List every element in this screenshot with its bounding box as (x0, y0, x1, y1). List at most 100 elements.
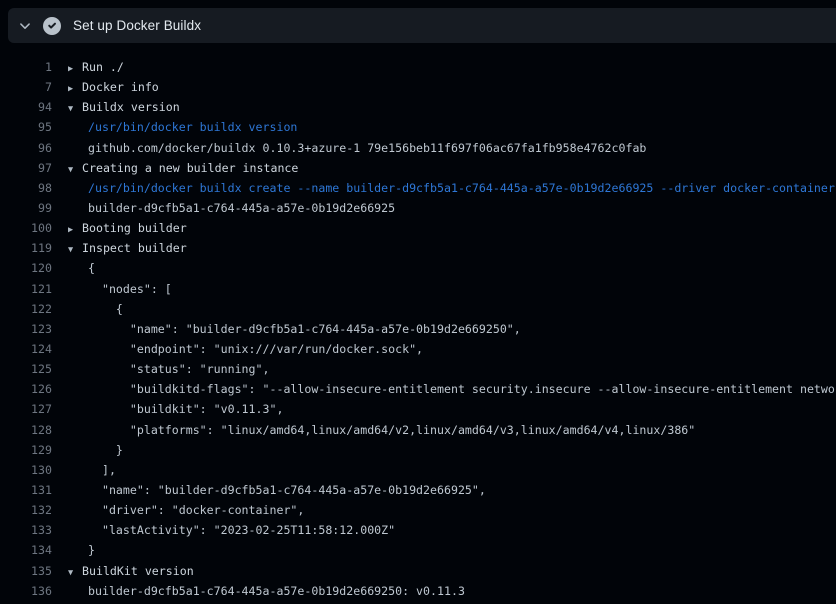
log-line: 126 "buildkitd-flags": "--allow-insecure… (0, 379, 836, 399)
log-line: 130 ], (0, 460, 836, 480)
line-number[interactable]: 129 (0, 440, 52, 460)
group-title: Creating a new builder instance (82, 161, 298, 175)
output-text: "platforms": "linux/amd64,linux/amd64/v2… (88, 420, 695, 440)
log-line: 120 { (0, 258, 836, 278)
output-text: "name": "builder-d9cfb5a1-c764-445a-a57e… (88, 319, 521, 339)
group-title: Booting builder (82, 221, 187, 235)
output-text: "status": "running", (88, 359, 269, 379)
line-number[interactable]: 95 (0, 117, 52, 137)
output-text: } (88, 440, 123, 460)
triangle-down-icon[interactable]: ▼ (68, 160, 82, 178)
log-line: 95/usr/bin/docker buildx version (0, 117, 836, 137)
output-text: { (88, 258, 95, 278)
log-line: 129 } (0, 440, 836, 460)
line-number[interactable]: 126 (0, 379, 52, 399)
log-group-toggle[interactable]: ▶Booting builder (68, 218, 187, 238)
line-number[interactable]: 136 (0, 581, 52, 601)
check-circle-icon (43, 17, 61, 35)
log-line: 125 "status": "running", (0, 359, 836, 379)
line-number[interactable]: 97 (0, 158, 52, 178)
log-line: 98/usr/bin/docker buildx create --name b… (0, 178, 836, 198)
log-group-toggle[interactable]: ▶Docker info (68, 77, 159, 97)
line-number[interactable]: 98 (0, 178, 52, 198)
step-title: Set up Docker Buildx (73, 18, 201, 33)
line-number[interactable]: 94 (0, 97, 52, 117)
output-text: builder-d9cfb5a1-c764-445a-a57e-0b19d2e6… (88, 198, 395, 218)
triangle-down-icon[interactable]: ▼ (68, 99, 82, 117)
output-text: "driver": "docker-container", (88, 500, 304, 520)
log-line: 131 "name": "builder-d9cfb5a1-c764-445a-… (0, 480, 836, 500)
line-number[interactable]: 134 (0, 540, 52, 560)
log-line: 134} (0, 540, 836, 560)
log-line: 122 { (0, 299, 836, 319)
log-group-toggle[interactable]: ▼BuildKit version (68, 561, 194, 581)
chevron-down-icon[interactable] (18, 19, 32, 33)
output-text: } (88, 540, 95, 560)
log-line: 119 ▼Inspect builder (0, 238, 836, 258)
log-line: 1 ▶Run ./ (0, 57, 836, 77)
line-number[interactable]: 7 (0, 77, 52, 97)
log-group-toggle[interactable]: ▼Buildx version (68, 97, 180, 117)
log-line: 96 github.com/docker/buildx 0.10.3+azure-… (0, 138, 836, 158)
log-line: 127 "buildkit": "v0.11.3", (0, 399, 836, 419)
line-number[interactable]: 135 (0, 561, 52, 581)
output-text: "buildkit": "v0.11.3", (88, 399, 283, 419)
line-number[interactable]: 131 (0, 480, 52, 500)
group-title: Buildx version (82, 100, 180, 114)
line-number[interactable]: 120 (0, 258, 52, 278)
log-group-toggle[interactable]: ▶Run ./ (68, 57, 124, 77)
output-text: "name": "builder-d9cfb5a1-c764-445a-a57e… (88, 480, 486, 500)
triangle-down-icon[interactable]: ▼ (68, 563, 82, 581)
line-number[interactable]: 100 (0, 218, 52, 238)
line-number[interactable]: 132 (0, 500, 52, 520)
log-line: 133 "lastActivity": "2023-02-25T11:58:12… (0, 520, 836, 540)
log-group-toggle[interactable]: ▼Creating a new builder instance (68, 158, 298, 178)
output-text: github.com/docker/buildx 0.10.3+azure-1 … (88, 138, 646, 158)
output-text: "lastActivity": "2023-02-25T11:58:12.000… (88, 520, 395, 540)
line-number[interactable]: 123 (0, 319, 52, 339)
line-number[interactable]: 125 (0, 359, 52, 379)
log-line: 136 builder-d9cfb5a1-c764-445a-a57e-0b19d… (0, 581, 836, 601)
log-line: 7 ▶Docker info (0, 77, 836, 97)
triangle-right-icon[interactable]: ▶ (68, 59, 82, 77)
line-number[interactable]: 127 (0, 399, 52, 419)
log-line: 128 "platforms": "linux/amd64,linux/amd6… (0, 420, 836, 440)
line-number[interactable]: 128 (0, 420, 52, 440)
line-number[interactable]: 121 (0, 279, 52, 299)
log-line: 97 ▼Creating a new builder instance (0, 158, 836, 178)
log-line: 99 builder-d9cfb5a1-c764-445a-a57e-0b19d2… (0, 198, 836, 218)
line-number[interactable]: 1 (0, 57, 52, 77)
step-header[interactable]: Set up Docker Buildx (8, 8, 836, 43)
output-text: "buildkitd-flags": "--allow-insecure-ent… (88, 379, 836, 399)
line-number[interactable]: 96 (0, 138, 52, 158)
triangle-down-icon[interactable]: ▼ (68, 240, 82, 258)
log-line: 132 "driver": "docker-container", (0, 500, 836, 520)
log-group-toggle[interactable]: ▼Inspect builder (68, 238, 187, 258)
output-text: { (88, 299, 123, 319)
output-text: ], (88, 460, 116, 480)
line-number[interactable]: 99 (0, 198, 52, 218)
command-text: /usr/bin/docker buildx version (88, 117, 297, 137)
log-line: 100 ▶Booting builder (0, 218, 836, 238)
log-line: 135 ▼BuildKit version (0, 561, 836, 581)
log-lines: 1▶Run ./7▶Docker info94▼Buildx version95… (0, 57, 836, 601)
group-title: Inspect builder (82, 241, 187, 255)
output-text: builder-d9cfb5a1-c764-445a-a57e-0b19d2e6… (88, 581, 465, 601)
group-title: BuildKit version (82, 564, 194, 578)
log-line: 121 "nodes": [ (0, 279, 836, 299)
line-number[interactable]: 124 (0, 339, 52, 359)
command-text: /usr/bin/docker buildx create --name bui… (88, 178, 835, 198)
triangle-right-icon[interactable]: ▶ (68, 79, 82, 97)
log-viewer: 1▶Run ./7▶Docker info94▼Buildx version95… (0, 43, 836, 604)
group-title: Docker info (82, 80, 159, 94)
output-text: "nodes": [ (88, 279, 172, 299)
line-number[interactable]: 133 (0, 520, 52, 540)
line-number[interactable]: 130 (0, 460, 52, 480)
group-title: Run ./ (82, 60, 124, 74)
log-line: 124 "endpoint": "unix:///var/run/docker.… (0, 339, 836, 359)
triangle-right-icon[interactable]: ▶ (68, 220, 82, 238)
output-text: "endpoint": "unix:///var/run/docker.sock… (88, 339, 423, 359)
line-number[interactable]: 119 (0, 238, 52, 258)
log-line: 123 "name": "builder-d9cfb5a1-c764-445a-… (0, 319, 836, 339)
line-number[interactable]: 122 (0, 299, 52, 319)
